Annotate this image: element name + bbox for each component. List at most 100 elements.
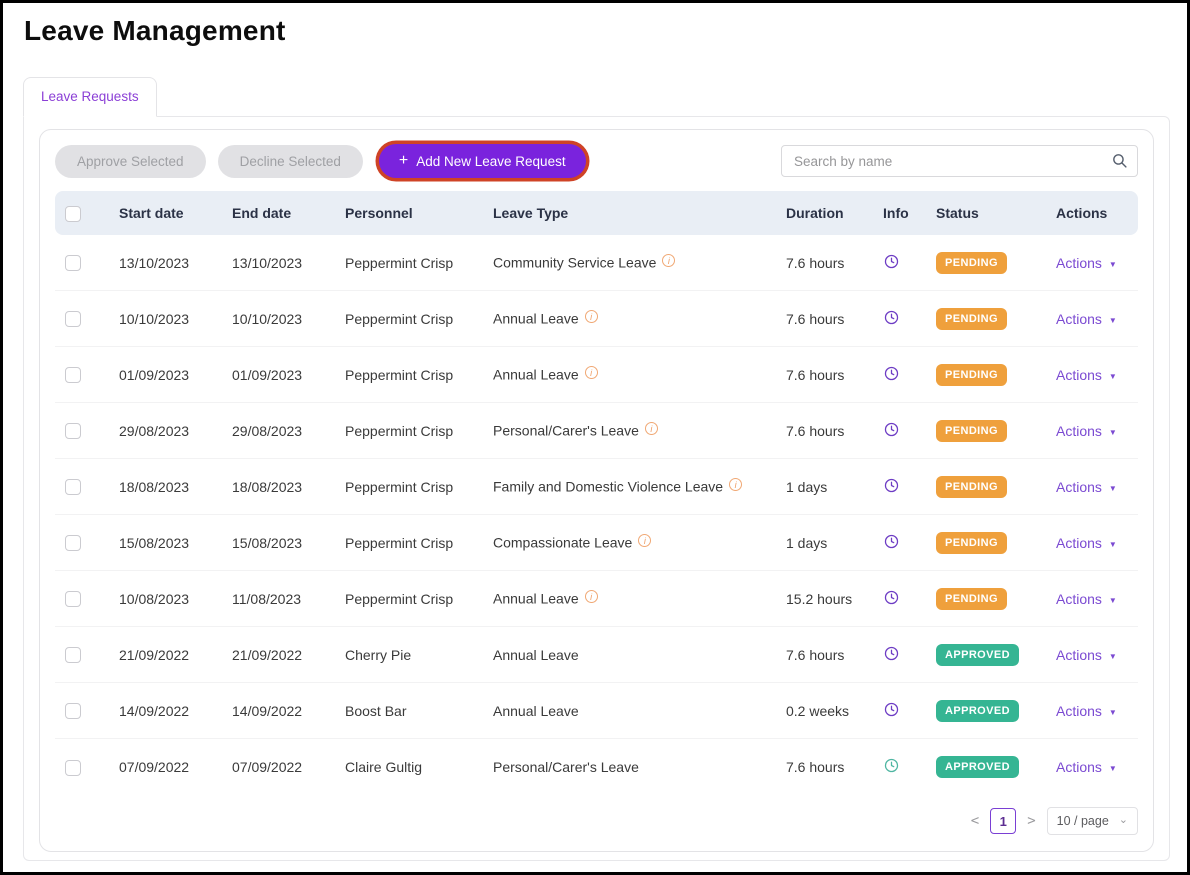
actions-cell: Actions▼ bbox=[1056, 759, 1138, 775]
clock-icon[interactable] bbox=[883, 365, 900, 382]
info-icon[interactable]: i bbox=[729, 478, 742, 491]
leave-type-cell: Annual Leavei bbox=[493, 310, 786, 327]
info-cell bbox=[880, 757, 936, 777]
info-cell bbox=[880, 645, 936, 665]
header-end-date: End date bbox=[232, 205, 345, 221]
row-checkbox[interactable] bbox=[65, 703, 81, 719]
actions-dropdown[interactable]: Actions▼ bbox=[1056, 479, 1117, 495]
actions-dropdown[interactable]: Actions▼ bbox=[1056, 423, 1117, 439]
table-row: 29/08/2023 29/08/2023 Peppermint Crisp P… bbox=[55, 403, 1138, 459]
actions-dropdown[interactable]: Actions▼ bbox=[1056, 311, 1117, 327]
clock-icon[interactable] bbox=[883, 309, 900, 326]
row-checkbox[interactable] bbox=[65, 591, 81, 607]
info-cell bbox=[880, 309, 936, 329]
start-date-cell: 29/08/2023 bbox=[119, 423, 232, 439]
table-row: 13/10/2023 13/10/2023 Peppermint Crisp C… bbox=[55, 235, 1138, 291]
start-date-cell: 07/09/2022 bbox=[119, 759, 232, 775]
pagination-page-1[interactable]: 1 bbox=[990, 808, 1016, 834]
status-cell: APPROVED bbox=[936, 700, 1056, 722]
clock-icon[interactable] bbox=[883, 253, 900, 270]
actions-dropdown[interactable]: Actions▼ bbox=[1056, 759, 1117, 775]
duration-cell: 7.6 hours bbox=[786, 759, 880, 775]
row-checkbox[interactable] bbox=[65, 760, 81, 776]
clock-icon[interactable] bbox=[883, 757, 900, 774]
add-button-label: Add New Leave Request bbox=[416, 154, 565, 169]
status-cell: APPROVED bbox=[936, 756, 1056, 778]
clock-icon[interactable] bbox=[883, 477, 900, 494]
end-date-cell: 14/09/2022 bbox=[232, 703, 345, 719]
approve-selected-button[interactable]: Approve Selected bbox=[55, 145, 206, 178]
info-icon[interactable]: i bbox=[585, 366, 598, 379]
row-checkbox[interactable] bbox=[65, 535, 81, 551]
info-icon[interactable]: i bbox=[645, 422, 658, 435]
pagination-prev-icon[interactable]: < bbox=[971, 813, 979, 829]
start-date-cell: 14/09/2022 bbox=[119, 703, 232, 719]
leave-requests-card: Approve Selected Decline Selected + Add … bbox=[39, 129, 1154, 852]
table-row: 01/09/2023 01/09/2023 Peppermint Crisp A… bbox=[55, 347, 1138, 403]
add-new-leave-request-button[interactable]: + Add New Leave Request bbox=[379, 144, 586, 178]
leave-type-cell: Annual Leave bbox=[493, 647, 786, 663]
toolbar-buttons: Approve Selected Decline Selected + Add … bbox=[55, 144, 586, 178]
decline-selected-button[interactable]: Decline Selected bbox=[218, 145, 363, 178]
actions-cell: Actions▼ bbox=[1056, 647, 1138, 663]
info-icon[interactable]: i bbox=[638, 534, 651, 547]
header-duration: Duration bbox=[786, 205, 880, 221]
end-date-cell: 10/10/2023 bbox=[232, 311, 345, 327]
info-icon[interactable]: i bbox=[585, 590, 598, 603]
tab-leave-requests[interactable]: Leave Requests bbox=[23, 77, 157, 117]
start-date-cell: 18/08/2023 bbox=[119, 479, 232, 495]
info-cell bbox=[880, 589, 936, 609]
caret-down-icon: ▼ bbox=[1109, 708, 1117, 717]
row-checkbox[interactable] bbox=[65, 255, 81, 271]
leave-type-cell: Annual Leave bbox=[493, 703, 786, 719]
start-date-cell: 01/09/2023 bbox=[119, 367, 232, 383]
leave-type-cell: Family and Domestic Violence Leavei bbox=[493, 478, 786, 495]
clock-icon[interactable] bbox=[883, 589, 900, 606]
actions-dropdown[interactable]: Actions▼ bbox=[1056, 647, 1117, 663]
pagination: < 1 > 10 / page ⌄ bbox=[55, 807, 1138, 835]
actions-dropdown[interactable]: Actions▼ bbox=[1056, 703, 1117, 719]
row-checkbox[interactable] bbox=[65, 423, 81, 439]
row-checkbox[interactable] bbox=[65, 647, 81, 663]
clock-icon[interactable] bbox=[883, 533, 900, 550]
table-header-row: Start date End date Personnel Leave Type… bbox=[55, 191, 1138, 235]
table-row: 07/09/2022 07/09/2022 Claire Gultig Pers… bbox=[55, 739, 1138, 795]
plus-icon: + bbox=[399, 153, 408, 169]
info-cell bbox=[880, 365, 936, 385]
info-icon[interactable]: i bbox=[662, 254, 675, 267]
page-size-select[interactable]: 10 / page ⌄ bbox=[1047, 807, 1138, 835]
personnel-cell: Peppermint Crisp bbox=[345, 423, 493, 439]
search-icon[interactable] bbox=[1111, 152, 1128, 169]
actions-dropdown[interactable]: Actions▼ bbox=[1056, 591, 1117, 607]
start-date-cell: 10/08/2023 bbox=[119, 591, 232, 607]
pagination-next-icon[interactable]: > bbox=[1027, 813, 1035, 829]
start-date-cell: 15/08/2023 bbox=[119, 535, 232, 551]
header-info: Info bbox=[880, 205, 936, 221]
header-status: Status bbox=[936, 205, 1056, 221]
row-checkbox[interactable] bbox=[65, 311, 81, 327]
status-badge: APPROVED bbox=[936, 700, 1019, 722]
actions-dropdown[interactable]: Actions▼ bbox=[1056, 367, 1117, 383]
end-date-cell: 18/08/2023 bbox=[232, 479, 345, 495]
clock-icon[interactable] bbox=[883, 701, 900, 718]
duration-cell: 7.6 hours bbox=[786, 367, 880, 383]
clock-icon[interactable] bbox=[883, 421, 900, 438]
status-badge: APPROVED bbox=[936, 756, 1019, 778]
table-row: 14/09/2022 14/09/2022 Boost Bar Annual L… bbox=[55, 683, 1138, 739]
search-input[interactable] bbox=[781, 145, 1138, 177]
actions-dropdown[interactable]: Actions▼ bbox=[1056, 255, 1117, 271]
clock-icon[interactable] bbox=[883, 645, 900, 662]
actions-cell: Actions▼ bbox=[1056, 423, 1138, 439]
row-checkbox[interactable] bbox=[65, 367, 81, 383]
actions-dropdown[interactable]: Actions▼ bbox=[1056, 535, 1117, 551]
select-all-checkbox[interactable] bbox=[65, 206, 81, 222]
status-badge: PENDING bbox=[936, 588, 1007, 610]
row-checkbox[interactable] bbox=[65, 479, 81, 495]
info-icon[interactable]: i bbox=[585, 310, 598, 323]
status-badge: PENDING bbox=[936, 308, 1007, 330]
status-cell: PENDING bbox=[936, 588, 1056, 610]
status-cell: PENDING bbox=[936, 308, 1056, 330]
actions-cell: Actions▼ bbox=[1056, 703, 1138, 719]
status-cell: APPROVED bbox=[936, 644, 1056, 666]
personnel-cell: Peppermint Crisp bbox=[345, 367, 493, 383]
